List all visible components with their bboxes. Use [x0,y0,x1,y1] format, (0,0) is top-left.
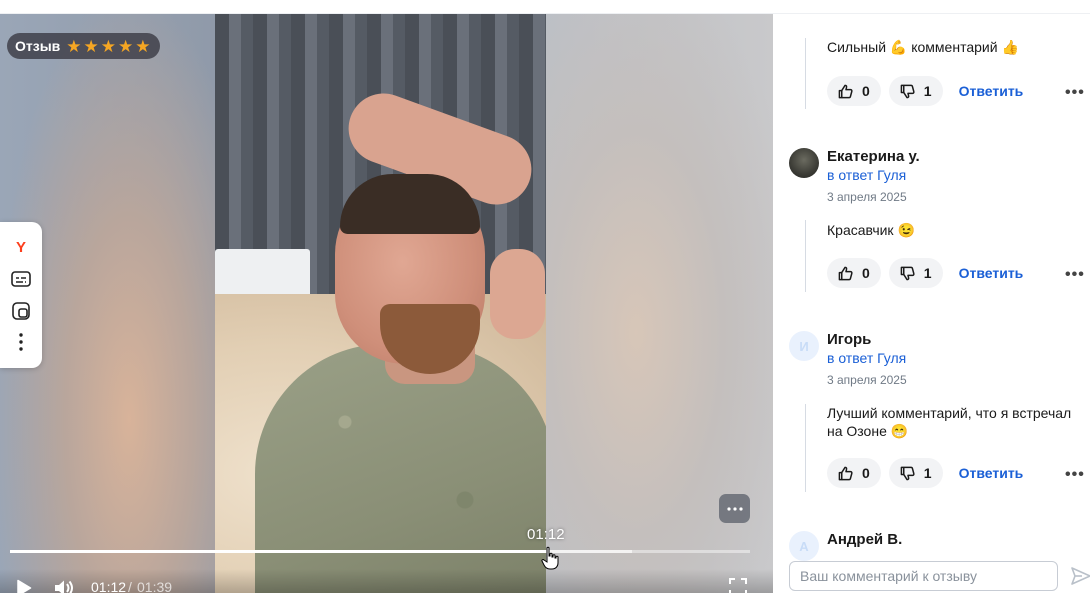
more-vertical-icon[interactable] [11,332,31,352]
video-frame[interactable] [215,14,546,593]
comment-text: Сильный 💪 комментарий 👍 [827,38,1089,56]
video-player[interactable]: Отзыв ★ ★ ★ ★ ★ 01:12 01:12 / 01:39 [0,14,773,593]
review-rating-badge: Отзыв ★ ★ ★ ★ ★ [7,33,160,59]
video-more-button[interactable] [719,494,750,523]
reply-button[interactable]: Ответить [959,465,1024,481]
thumbs-down-icon [900,466,915,480]
seek-tooltip-time: 01:12 [527,526,565,543]
comment-actions: 0 1 Ответить [827,76,1023,106]
comment-date: 3 апреля 2025 [827,190,907,204]
top-bar [0,0,1090,14]
side-toolbar: Y [0,222,42,368]
dislike-button[interactable]: 1 [888,458,943,488]
like-count: 0 [862,465,870,481]
comment-text-part: Красавчик [827,222,894,238]
total-time: 01:39 [137,579,173,593]
progress-bar[interactable] [10,550,750,553]
dislike-count: 1 [923,265,932,281]
thumbs-down-icon [900,266,915,280]
dislike-count: 1 [923,83,932,99]
like-button[interactable]: 0 [827,76,881,106]
comment-more-button[interactable]: ••• [1065,466,1085,484]
video-controls: 01:12 / 01:39 [0,569,773,593]
comment-input[interactable] [790,562,1057,590]
reply-to-link[interactable]: в ответ Гуля [827,350,906,366]
dislike-button[interactable]: 1 [888,76,943,106]
like-button[interactable]: 0 [827,258,881,288]
author-name[interactable]: Андрей В. [827,531,902,548]
reply-button[interactable]: Ответить [959,265,1024,281]
fullscreen-button[interactable] [727,576,749,593]
thumbs-up-icon [838,266,853,280]
review-label: Отзыв [15,38,61,54]
yandex-icon[interactable]: Y [11,238,31,258]
more-horizontal-icon [726,506,743,511]
comment-input-wrapper [789,561,1058,591]
avatar[interactable] [789,148,819,178]
comment-more-button[interactable]: ••• [1065,84,1085,102]
star-icon: ★ [118,36,134,56]
thumbs-up-icon [838,466,853,480]
comment-text-part: комментарий [911,39,998,55]
dislike-count: 1 [923,465,932,481]
current-time: 01:12 [91,579,127,593]
comment-actions: 0 1 Ответить [827,258,1023,288]
like-count: 0 [862,83,870,99]
reply-button[interactable]: Ответить [959,83,1024,99]
thumbs-up-icon [838,84,853,98]
star-icon: ★ [135,36,151,56]
comment-actions: 0 1 Ответить [827,458,1023,488]
star-rating: ★ ★ ★ ★ ★ [66,38,150,55]
avatar[interactable]: И [789,331,819,361]
comment-more-button[interactable]: ••• [1065,266,1085,284]
play-icon [17,579,32,593]
comment-text-part: Сильный [827,39,887,55]
grin-emoji: 😁 [890,423,909,439]
thread-line [805,404,806,492]
smile-emoji: 😉 [897,222,915,238]
thumbs-up-emoji: 👍 [1001,39,1019,55]
author-name[interactable]: Игорь [827,331,871,348]
comment-text: Красавчик 😉 [827,221,1089,239]
like-count: 0 [862,265,870,281]
like-button[interactable]: 0 [827,458,881,488]
pip-icon[interactable] [11,301,31,321]
progress-played [10,550,548,553]
comment-text: Лучший комментарий, что я встречал на Оз… [827,404,1089,440]
reply-to-link[interactable]: в ответ Гуля [827,167,906,183]
hand-cursor-icon [541,546,559,570]
volume-icon [55,580,73,593]
comments-panel: Сильный 💪 комментарий 👍 0 1 Ответить •••… [773,0,1090,593]
thread-line [805,220,806,292]
flexed-biceps-emoji: 💪 [889,39,908,55]
thumbs-down-icon [900,84,915,98]
volume-button[interactable] [52,577,76,593]
star-icon: ★ [66,36,82,56]
play-button[interactable] [13,577,35,593]
thread-line [805,38,806,109]
time-separator: / [128,579,132,593]
comment-date: 3 апреля 2025 [827,373,907,387]
dislike-button[interactable]: 1 [888,258,943,288]
page: Отзыв ★ ★ ★ ★ ★ 01:12 01:12 / 01:39 Y Си… [0,0,1090,593]
send-icon[interactable] [1070,565,1090,587]
fullscreen-icon [729,578,747,593]
star-icon: ★ [83,36,99,56]
subtitles-icon[interactable] [11,269,31,289]
comment-text-part: Лучший комментарий, что я встречал на Оз… [827,405,1072,439]
video-person-hand [490,249,545,339]
author-name[interactable]: Екатерина у. [827,148,920,165]
star-icon: ★ [100,36,117,56]
avatar[interactable]: А [789,531,819,561]
